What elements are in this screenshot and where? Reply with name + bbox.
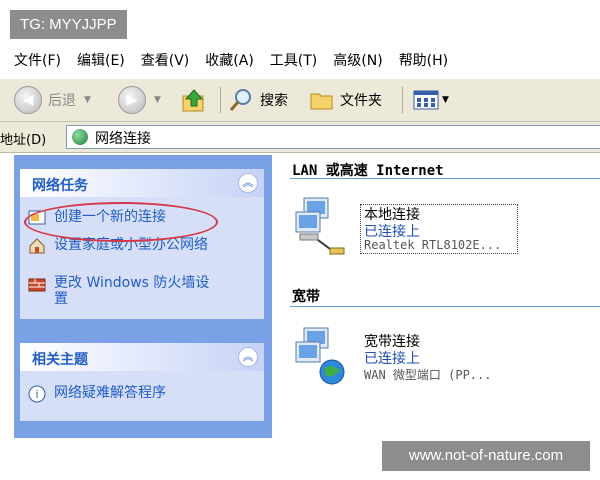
home-network-icon [29,238,45,254]
forward-button[interactable]: ▶ ▼ [118,85,161,115]
views-dropdown-icon: ▼ [442,95,449,105]
back-label: 后退 [48,93,76,109]
help-info-icon: i [28,385,46,403]
toolbar-separator [220,87,221,113]
menu-advanced[interactable]: 高级(N) [333,46,382,74]
forward-arrow-icon: ▶ [118,86,146,114]
section-lan-title: LAN 或高速 Internet [292,163,444,179]
task-firewall-label: 更改 Windows 防火墙设置 [54,275,210,307]
folders-label: 文件夹 [340,93,382,109]
address-bar: 地址(D) 网络连接 [0,122,600,153]
back-arrow-icon: ◀ [14,86,42,114]
annotation-ellipse [24,202,218,242]
watermark-bottom: www.not-of-nature.com [382,441,590,471]
network-globe-icon [72,129,88,145]
task-firewall[interactable]: 更改 Windows 防火墙设置 [28,275,218,307]
views-icon [413,90,439,110]
back-dropdown-icon: ▼ [84,95,91,105]
up-folder-icon [182,89,204,112]
collapse-icon[interactable]: ︽ [238,347,258,367]
up-folder-button[interactable] [180,85,208,115]
folders-button[interactable]: 文件夹 [308,85,382,115]
menu-edit[interactable]: 编辑(E) [77,46,125,74]
menu-favorites[interactable]: 收藏(A) [205,46,254,74]
section-divider [290,178,600,179]
broadband-connection-icon [295,327,345,385]
related-topics-panel: 相关主题 ︽ i 网络疑难解答程序 [20,343,264,421]
section-broadband-title: 宽带 [292,289,320,305]
toolbar-separator [402,87,403,113]
collapse-icon[interactable]: ︽ [238,173,258,193]
menu-bar: 文件(F) 编辑(E) 查看(V) 收藏(A) 工具(T) 高级(N) 帮助(H… [0,46,600,74]
views-button[interactable]: ▼ [412,85,449,115]
broadband-connection-status: 已连接上 [364,351,420,367]
search-button[interactable]: 搜索 [228,85,288,115]
forward-dropdown-icon: ▼ [154,95,161,105]
lan-connection-icon [295,197,345,255]
network-tasks-title: 网络任务 [32,178,88,194]
address-label: 地址(D) [0,133,47,148]
broadband-connection-device: WAN 微型端口 (PP... [364,368,492,382]
search-icon [229,89,251,111]
network-tasks-header[interactable]: 网络任务 ︽ [20,169,264,197]
menu-tools[interactable]: 工具(T) [270,46,317,74]
task-troubleshooter-label: 网络疑难解答程序 [54,385,166,401]
section-divider [290,306,600,307]
address-value: 网络连接 [95,131,151,147]
firewall-icon [28,278,46,292]
svg-text:i: i [35,388,38,401]
lan-connection-device: Realtek RTL8102E... [364,238,502,252]
menu-help[interactable]: 帮助(H) [399,46,448,74]
task-troubleshooter[interactable]: i 网络疑难解答程序 [28,385,166,403]
network-tasks-panel: 网络任务 ︽ 创建一个新的连接 设置家庭或小型办公网络 更改 Windows 防… [20,169,264,319]
watermark-top: TG: MYYJJPP [10,10,127,39]
address-input[interactable]: 网络连接 [66,125,600,149]
related-topics-header[interactable]: 相关主题 ︽ [20,343,264,371]
search-label: 搜索 [260,93,288,109]
folder-icon [310,93,333,110]
task-pane: 网络任务 ︽ 创建一个新的连接 设置家庭或小型办公网络 更改 Windows 防… [14,155,272,438]
toolbar: ◀ 后退 ▼ ▶ ▼ 搜索 文件夹 ▼ [0,78,600,122]
menu-file[interactable]: 文件(F) [14,46,61,74]
back-button[interactable]: ◀ 后退 ▼ [14,85,91,115]
related-topics-title: 相关主题 [32,352,88,368]
menu-view[interactable]: 查看(V) [141,46,190,74]
